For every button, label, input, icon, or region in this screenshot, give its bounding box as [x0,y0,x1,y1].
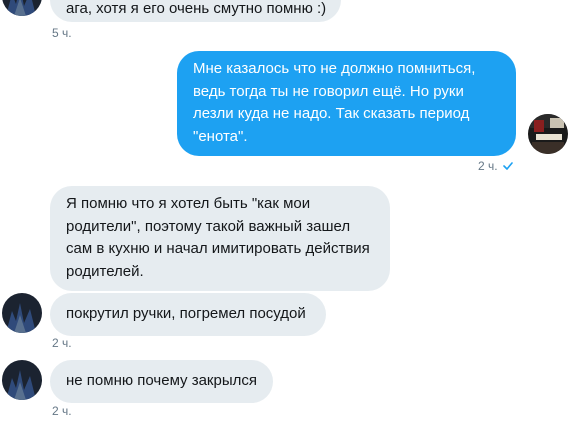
message-text-line: родители", поэтому такой важный зашел [66,217,351,235]
sender-avatar[interactable] [2,293,42,333]
message-text-line: Мне казалось что не должно помниться, [193,60,476,77]
message-bubble-incoming[interactable]: ага, хотя я его очень смутно помню :) [50,0,341,22]
message-bubble-outgoing[interactable]: Мне казалось что не должно помниться, ве… [177,51,516,156]
sender-avatar[interactable] [2,360,42,400]
message-text: не помню почему закрылся [66,372,257,389]
message-timestamp: 2 ч. [52,336,72,350]
message-bubble-incoming[interactable]: покрутил ручки, погремел посудой [50,293,326,336]
message-text-line: Я помню что я хотел быть "как мои [66,195,311,212]
sender-avatar[interactable] [2,0,42,16]
message-text-line: ведь тогда ты не говорил ещё. Но руки [193,82,464,100]
message-text-line: лезли куда не надо. Так сказать период [193,105,470,122]
message-text: ага, хотя я его очень смутно помню :) [66,0,327,17]
message-text-line: родителей. [66,262,144,280]
checkmark-icon [503,162,513,170]
message-text-line: "енота". [193,127,248,145]
message-timestamp: 2 ч. [52,404,72,418]
message-timestamp: 2 ч. [478,159,498,173]
message-bubble-incoming[interactable]: Я помню что я хотел быть "как мои родите… [50,186,390,291]
message-text-line: сам в кухню и начал имитировать действия [66,240,370,257]
my-avatar[interactable] [528,114,568,154]
message-timestamp: 5 ч. [52,26,72,40]
message-bubble-incoming[interactable]: не помню почему закрылся [50,360,273,403]
message-text: покрутил ручки, погремел посудой [66,305,306,322]
